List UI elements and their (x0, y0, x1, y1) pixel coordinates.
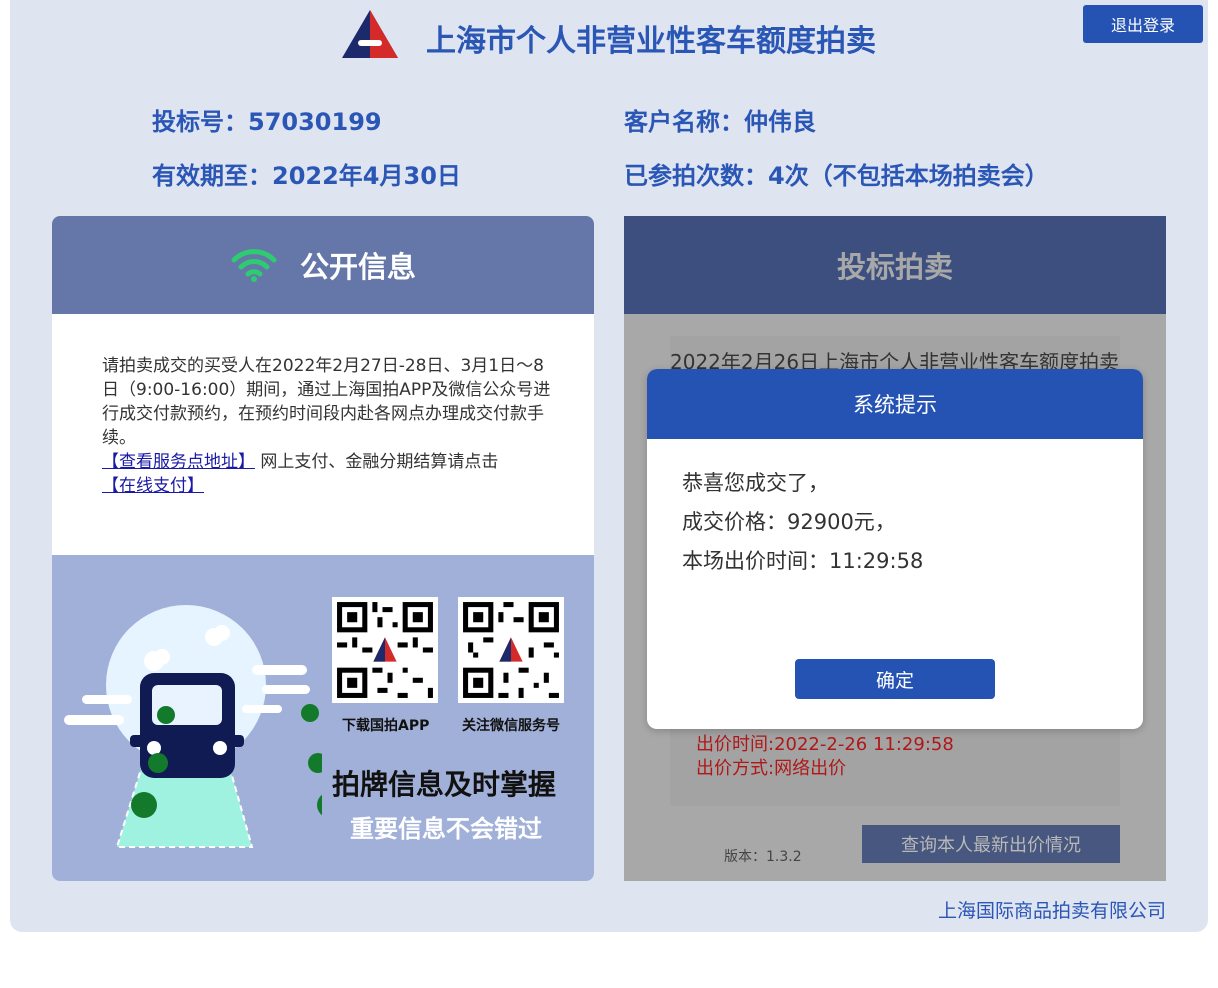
notice-area: 请拍卖成交的买受人在2022年2月27日-28日、3月1日～8日（9:00-16… (52, 314, 594, 555)
bid-method: 出价方式:网络出价 (696, 758, 847, 779)
qr-wechat-caption: 关注微信服务号 (462, 718, 560, 734)
qr-code-icon (337, 602, 433, 698)
service-point-link[interactable]: 【查看服务点地址】 (102, 452, 255, 472)
qr-code-icon (463, 602, 559, 698)
notice-text: 请拍卖成交的买受人在2022年2月27日-28日、3月1日～8日（9:00-16… (102, 356, 551, 448)
participation-count: 已参拍次数：4次（不包括本场拍卖会） (624, 162, 1049, 190)
company-name: 上海国际商品拍卖有限公司 (937, 900, 1166, 922)
query-latest-bid-button[interactable]: 查询本人最新出价情况 (862, 825, 1120, 863)
bidding-title: 投标拍卖 (836, 250, 953, 284)
bid-time: 出价时间:2022-2-26 11:29:58 (696, 734, 954, 755)
dialog-message-line-2: 成交价格：92900元， (682, 510, 896, 534)
bidding-header: 投标拍卖 (624, 216, 1166, 314)
promo-banner: 下载国拍APP 关注微信服务号 拍牌信息及时掌握 重要信息不会错过 (52, 555, 594, 881)
promo-sub-text: 重要信息不会错过 (350, 815, 542, 843)
dialog-message-line-1: 恭喜您成交了， (682, 471, 829, 495)
wifi-icon (231, 249, 277, 282)
notice-text-block: 请拍卖成交的买受人在2022年2月27日-28日、3月1日～8日（9:00-16… (102, 354, 552, 498)
public-info-header: 公开信息 (52, 216, 594, 314)
logout-button[interactable]: 退出登录 (1083, 5, 1203, 43)
online-pay-text: 网上支付、金融分期结算请点击 (260, 452, 499, 472)
site-title: 上海市个人非营业性客车额度拍卖 (426, 24, 876, 59)
online-pay-link[interactable]: 【在线支付】 (102, 476, 204, 496)
qr-app-caption: 下载国拍APP (342, 718, 430, 734)
dialog-message-line-3: 本场出价时间：11:29:58 (682, 549, 924, 573)
confirm-button[interactable]: 确定 (795, 659, 995, 699)
car-illustration (64, 605, 322, 848)
public-info-title: 公开信息 (299, 250, 416, 284)
valid-until: 有效期至：2022年4月30日 (152, 162, 461, 190)
customer-name: 客户名称：仲伟良 (624, 108, 816, 136)
logo-icon (342, 10, 398, 58)
public-info-panel: 公开信息 请拍卖成交的买受人在2022年2月27日-28日、3月1日～8日（9:… (52, 216, 594, 881)
version-label: 版本：1.3.2 (724, 849, 802, 865)
qr-code-wechat (458, 597, 564, 703)
bid-number: 投标号：57030199 (152, 108, 382, 136)
dialog-title: 系统提示 (647, 369, 1143, 439)
qr-code-app (332, 597, 438, 703)
promo-main-text: 拍牌信息及时掌握 (332, 768, 557, 801)
system-alert-dialog: 系统提示 恭喜您成交了， 成交价格：92900元， 本场出价时间：11:29:5… (647, 369, 1143, 729)
